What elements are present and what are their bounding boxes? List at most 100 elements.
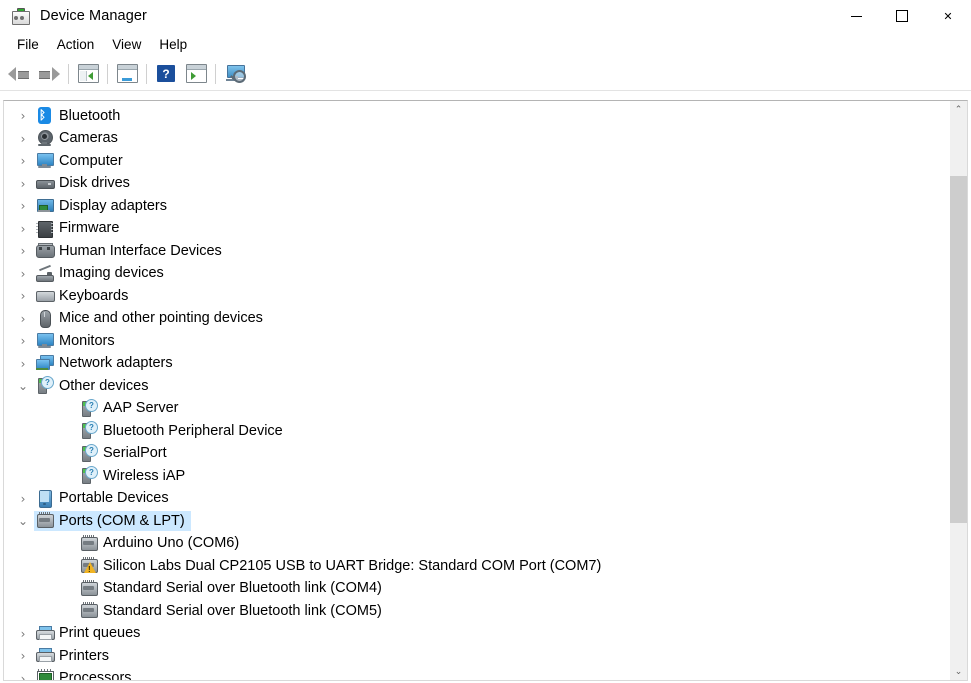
tree-row-content[interactable]: Processors bbox=[34, 668, 138, 680]
tree-row[interactable]: › Disk drives bbox=[4, 173, 949, 196]
tree-row[interactable]: ›?Wireless iAP bbox=[4, 465, 949, 488]
chevron-right-icon[interactable]: › bbox=[12, 155, 34, 167]
chevron-right-icon[interactable]: › bbox=[12, 313, 34, 325]
chevron-right-icon[interactable]: › bbox=[12, 133, 34, 145]
tree-row[interactable]: ⌄? Other devices bbox=[4, 375, 949, 398]
scan-for-hardware-changes-button[interactable] bbox=[220, 60, 250, 88]
tree-row-content[interactable]: Printers bbox=[34, 646, 115, 666]
monitor-icon bbox=[36, 332, 54, 349]
chevron-right-icon[interactable]: › bbox=[12, 268, 34, 280]
chevron-right-icon[interactable]: › bbox=[12, 628, 34, 640]
tree-row-content[interactable]: Firmware bbox=[34, 219, 125, 239]
keyboard-icon bbox=[36, 287, 55, 304]
chevron-right-icon[interactable]: › bbox=[12, 335, 34, 347]
tree-row-content[interactable]: Portable Devices bbox=[34, 489, 175, 509]
tree-row-content[interactable]: Network adapters bbox=[34, 354, 179, 374]
device-tree[interactable]: › ᛒ Bluetooth › Cameras › Computer › Disk drives… bbox=[4, 101, 949, 680]
minimize-button[interactable] bbox=[833, 0, 879, 32]
tree-row-label: Computer bbox=[59, 152, 123, 169]
tree-row[interactable]: › Printers bbox=[4, 645, 949, 668]
tree-row-content[interactable]: Disk drives bbox=[34, 174, 136, 194]
chevron-right-icon[interactable]: › bbox=[12, 245, 34, 257]
scroll-down-button[interactable]: ⌄ bbox=[950, 663, 967, 680]
tree-row[interactable]: ›?AAP Server bbox=[4, 398, 949, 421]
scrollbar-thumb[interactable] bbox=[950, 175, 967, 524]
tree-row-content[interactable]: Standard Serial over Bluetooth link (COM… bbox=[78, 579, 388, 599]
tree-row-content[interactable]: Print queues bbox=[34, 624, 146, 644]
tree-row[interactable]: › Processors bbox=[4, 668, 949, 680]
vertical-scrollbar[interactable]: ⌃ ⌄ bbox=[949, 101, 967, 680]
tree-row[interactable]: › Print queues bbox=[4, 623, 949, 646]
tree-row[interactable]: › Display adapters bbox=[4, 195, 949, 218]
chevron-right-icon[interactable]: › bbox=[12, 673, 34, 680]
menu-item-view[interactable]: View bbox=[103, 34, 150, 55]
tree-row-content[interactable]: ? Other devices bbox=[34, 376, 154, 396]
window-controls: ✕ bbox=[833, 0, 971, 32]
tree-row[interactable]: › Firmware bbox=[4, 218, 949, 241]
tree-row[interactable]: ⌄ Ports (COM & LPT) bbox=[4, 510, 949, 533]
update-driver-button[interactable] bbox=[181, 60, 211, 88]
tree-row-content[interactable]: Imaging devices bbox=[34, 264, 170, 284]
tree-row[interactable]: › Keyboards bbox=[4, 285, 949, 308]
tree-row-content[interactable]: Standard Serial over Bluetooth link (COM… bbox=[78, 601, 388, 621]
tree-row-content[interactable]: ? AAP Server bbox=[78, 398, 185, 419]
tree-row-content[interactable]: Arduino Uno (COM6) bbox=[78, 534, 245, 554]
tree-row[interactable]: › Imaging devices bbox=[4, 263, 949, 286]
tree-row[interactable]: ›Arduino Uno (COM6) bbox=[4, 533, 949, 556]
display-adapter-icon bbox=[36, 197, 54, 214]
chevron-right-icon[interactable]: › bbox=[12, 178, 34, 190]
tree-row[interactable]: › Portable Devices bbox=[4, 488, 949, 511]
show-hide-console-tree-button[interactable] bbox=[73, 60, 103, 88]
tree-row[interactable]: ›?SerialPort bbox=[4, 443, 949, 466]
tree-row[interactable]: › Human Interface Devices bbox=[4, 240, 949, 263]
back-button[interactable] bbox=[4, 60, 34, 88]
tree-row[interactable]: › Cameras bbox=[4, 128, 949, 151]
tree-row[interactable]: ›Standard Serial over Bluetooth link (CO… bbox=[4, 578, 949, 601]
toolbar-separator bbox=[68, 63, 69, 84]
tree-row[interactable]: ›!Silicon Labs Dual CP2105 USB to UART B… bbox=[4, 555, 949, 578]
close-button[interactable]: ✕ bbox=[925, 0, 971, 32]
chevron-right-icon[interactable]: › bbox=[12, 290, 34, 302]
tree-row-content[interactable]: Ports (COM & LPT) bbox=[34, 511, 191, 532]
chevron-right-icon[interactable]: › bbox=[12, 358, 34, 370]
tree-row-content[interactable]: ? Bluetooth Peripheral Device bbox=[78, 421, 289, 441]
menu-item-file[interactable]: File bbox=[8, 34, 48, 55]
device-manager-icon bbox=[11, 7, 30, 25]
chevron-down-icon[interactable]: ⌄ bbox=[12, 515, 34, 527]
tree-row-content[interactable]: ? SerialPort bbox=[78, 443, 173, 464]
tree-row[interactable]: › Network adapters bbox=[4, 353, 949, 376]
printer-icon bbox=[36, 647, 55, 664]
chevron-right-icon[interactable]: › bbox=[12, 223, 34, 235]
tree-row[interactable]: › Monitors bbox=[4, 330, 949, 353]
printer-icon bbox=[36, 625, 55, 642]
tree-row-label: Keyboards bbox=[59, 287, 129, 304]
tree-row[interactable]: › Mice and other pointing devices bbox=[4, 308, 949, 331]
scroll-up-button[interactable]: ⌃ bbox=[950, 101, 967, 118]
tree-row-content[interactable]: Computer bbox=[34, 151, 129, 171]
forward-button[interactable] bbox=[34, 60, 64, 88]
tree-row-content[interactable]: Human Interface Devices bbox=[34, 241, 228, 261]
tree-row[interactable]: › ᛒ Bluetooth bbox=[4, 105, 949, 128]
chevron-right-icon[interactable]: › bbox=[12, 200, 34, 212]
tree-row-content[interactable]: ! Silicon Labs Dual CP2105 USB to UART Br… bbox=[78, 556, 607, 576]
tree-row-content[interactable]: Mice and other pointing devices bbox=[34, 309, 269, 329]
tree-row-content[interactable]: ᛒ Bluetooth bbox=[34, 106, 126, 126]
tree-row-content[interactable]: Cameras bbox=[34, 129, 124, 149]
tree-row-content[interactable]: Monitors bbox=[34, 331, 121, 351]
port-warning-icon: ! bbox=[80, 557, 98, 574]
chevron-right-icon[interactable]: › bbox=[12, 110, 34, 122]
tree-row-content[interactable]: Display adapters bbox=[34, 196, 173, 216]
tree-row[interactable]: ›Standard Serial over Bluetooth link (CO… bbox=[4, 600, 949, 623]
chevron-down-icon[interactable]: ⌄ bbox=[12, 380, 34, 392]
tree-row-content[interactable]: Keyboards bbox=[34, 286, 134, 306]
maximize-button[interactable] bbox=[879, 0, 925, 32]
menu-item-help[interactable]: Help bbox=[150, 34, 196, 55]
tree-row[interactable]: ›?Bluetooth Peripheral Device bbox=[4, 420, 949, 443]
chevron-right-icon[interactable]: › bbox=[12, 493, 34, 505]
tree-row[interactable]: › Computer bbox=[4, 150, 949, 173]
tree-row-content[interactable]: ? Wireless iAP bbox=[78, 466, 191, 486]
properties-button[interactable] bbox=[112, 60, 142, 88]
menu-item-action[interactable]: Action bbox=[48, 34, 104, 55]
help-button[interactable]: ? bbox=[151, 60, 181, 88]
chevron-right-icon[interactable]: › bbox=[12, 650, 34, 662]
